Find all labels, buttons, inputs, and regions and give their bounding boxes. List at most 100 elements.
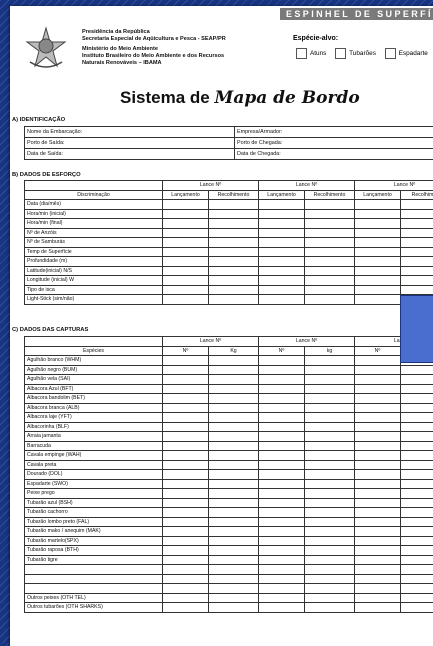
capturas-row-cell[interactable] — [401, 527, 433, 537]
capturas-row-cell[interactable] — [163, 555, 209, 565]
esforco-row-cell[interactable] — [209, 266, 259, 276]
capturas-row-cell[interactable] — [305, 413, 355, 423]
capturas-row-cell[interactable] — [163, 603, 209, 613]
esforco-row-cell[interactable] — [259, 257, 305, 267]
capturas-row-cell[interactable] — [259, 403, 305, 413]
capturas-row-cell[interactable] — [163, 460, 209, 470]
esforco-row-cell[interactable] — [355, 200, 401, 210]
capturas-row-cell[interactable] — [401, 555, 433, 565]
capturas-row-cell[interactable] — [209, 384, 259, 394]
capturas-row-cell[interactable] — [355, 384, 401, 394]
esforco-row-cell[interactable] — [259, 266, 305, 276]
overlay-panel[interactable] — [400, 295, 433, 363]
capturas-row-cell[interactable] — [209, 460, 259, 470]
capturas-row-cell[interactable] — [259, 432, 305, 442]
identificacao-field[interactable]: Data de Saída: — [25, 149, 235, 160]
esforco-row-cell[interactable] — [163, 228, 209, 238]
capturas-row-cell[interactable] — [305, 432, 355, 442]
esforco-row-cell[interactable] — [401, 200, 433, 210]
esforco-row-cell[interactable] — [209, 200, 259, 210]
capturas-row-cell[interactable] — [259, 375, 305, 385]
esforco-row-cell[interactable] — [305, 228, 355, 238]
capturas-row-cell[interactable] — [259, 498, 305, 508]
capturas-row-cell[interactable] — [209, 517, 259, 527]
esforco-row-cell[interactable] — [259, 276, 305, 286]
capturas-row-cell[interactable] — [355, 451, 401, 461]
capturas-row-cell[interactable] — [401, 536, 433, 546]
esforco-row-cell[interactable] — [163, 295, 209, 305]
capturas-row-cell[interactable] — [355, 365, 401, 375]
capturas-row-cell[interactable] — [209, 422, 259, 432]
capturas-row-cell[interactable] — [355, 574, 401, 584]
esforco-row-cell[interactable] — [259, 238, 305, 248]
capturas-row-cell[interactable] — [209, 574, 259, 584]
esforco-row-cell[interactable] — [209, 209, 259, 219]
esforco-row-cell[interactable] — [163, 238, 209, 248]
capturas-row-cell[interactable] — [401, 593, 433, 603]
capturas-row-cell[interactable] — [259, 365, 305, 375]
capturas-row-cell[interactable] — [355, 432, 401, 442]
capturas-row-cell[interactable] — [259, 441, 305, 451]
capturas-row-cell[interactable] — [401, 413, 433, 423]
capturas-row-cell[interactable] — [259, 536, 305, 546]
esforco-row-cell[interactable] — [305, 285, 355, 295]
capturas-row-cell[interactable] — [305, 403, 355, 413]
capturas-row-cell[interactable] — [355, 508, 401, 518]
capturas-row-cell[interactable] — [355, 375, 401, 385]
capturas-row-cell[interactable] — [259, 413, 305, 423]
capturas-row-cell[interactable] — [305, 593, 355, 603]
esforco-row-cell[interactable] — [355, 238, 401, 248]
capturas-row-cell[interactable] — [259, 451, 305, 461]
capturas-row-cell[interactable] — [305, 565, 355, 575]
capturas-row-cell[interactable] — [305, 384, 355, 394]
capturas-row-cell[interactable] — [401, 546, 433, 556]
capturas-row-cell[interactable] — [259, 527, 305, 537]
capturas-row-cell[interactable] — [305, 422, 355, 432]
esforco-row-cell[interactable] — [401, 257, 433, 267]
capturas-row-cell[interactable] — [355, 517, 401, 527]
esforco-row-cell[interactable] — [305, 219, 355, 229]
capturas-row-cell[interactable] — [259, 470, 305, 480]
capturas-row-cell[interactable] — [163, 441, 209, 451]
capturas-row-cell[interactable] — [401, 441, 433, 451]
capturas-row-cell[interactable] — [355, 555, 401, 565]
esforco-row-cell[interactable] — [209, 219, 259, 229]
capturas-row-cell[interactable] — [401, 489, 433, 499]
capturas-row-cell[interactable] — [355, 536, 401, 546]
esforco-row-cell[interactable] — [401, 276, 433, 286]
identificacao-field[interactable]: Porto de Chegada: — [235, 138, 433, 149]
capturas-row-cell[interactable] — [355, 546, 401, 556]
identificacao-field[interactable]: Nome da Embarcação: — [25, 127, 235, 138]
capturas-row-cell[interactable] — [401, 565, 433, 575]
capturas-row-cell[interactable] — [259, 546, 305, 556]
esforco-row-cell[interactable] — [355, 295, 401, 305]
esforco-row-cell[interactable] — [209, 247, 259, 257]
capturas-row-cell[interactable] — [401, 584, 433, 594]
capturas-row-cell[interactable] — [401, 451, 433, 461]
capturas-row-cell[interactable] — [259, 460, 305, 470]
capturas-row-cell[interactable] — [209, 441, 259, 451]
esforco-row-cell[interactable] — [259, 219, 305, 229]
capturas-row-cell[interactable] — [355, 489, 401, 499]
capturas-row-cell[interactable] — [355, 527, 401, 537]
checkbox-tubaroes[interactable] — [335, 48, 346, 59]
capturas-row-cell[interactable] — [163, 517, 209, 527]
capturas-row-cell[interactable] — [209, 451, 259, 461]
esforco-row-cell[interactable] — [163, 276, 209, 286]
capturas-row-cell[interactable] — [259, 574, 305, 584]
capturas-row-cell[interactable] — [305, 584, 355, 594]
capturas-row-cell[interactable] — [305, 365, 355, 375]
capturas-row-cell[interactable] — [401, 603, 433, 613]
capturas-row-cell[interactable] — [209, 565, 259, 575]
esforco-row-cell[interactable] — [355, 285, 401, 295]
capturas-row-cell[interactable] — [259, 384, 305, 394]
capturas-row-cell[interactable] — [305, 470, 355, 480]
capturas-row-cell[interactable] — [259, 555, 305, 565]
capturas-row-cell[interactable] — [259, 394, 305, 404]
capturas-row-cell[interactable] — [209, 403, 259, 413]
capturas-row-cell[interactable] — [259, 508, 305, 518]
esforco-row-cell[interactable] — [259, 228, 305, 238]
capturas-row-cell[interactable] — [163, 527, 209, 537]
capturas-row-cell[interactable] — [305, 479, 355, 489]
esforco-row-cell[interactable] — [401, 285, 433, 295]
